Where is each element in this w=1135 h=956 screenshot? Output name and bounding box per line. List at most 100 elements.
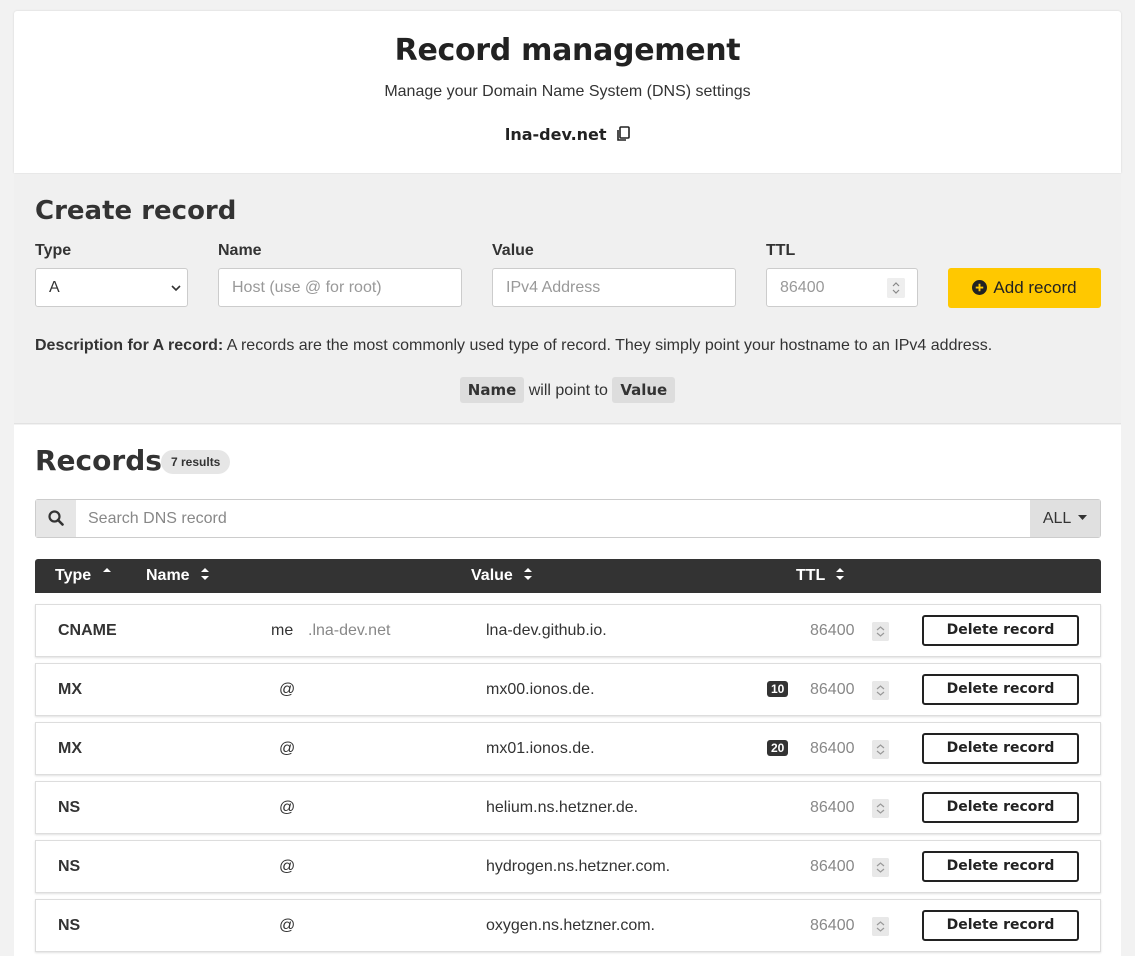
column-name-label: Name <box>146 567 190 584</box>
sort-icon <box>836 568 845 580</box>
pointer-value-pill: Value <box>612 377 676 403</box>
record-type: MX <box>58 681 82 698</box>
record-name[interactable]: @ <box>279 917 295 935</box>
description-text: A records are the most commonly used typ… <box>226 337 993 354</box>
record-value[interactable]: hydrogen.ns.hetzner.com. <box>486 858 670 876</box>
record-name[interactable]: @ <box>279 858 295 876</box>
filter-label: ALL <box>1042 510 1071 527</box>
ttl-input-value: 86400 <box>780 279 825 296</box>
delete-record-button[interactable]: Delete record <box>922 851 1079 882</box>
domain-label: lna-dev.net <box>504 125 607 144</box>
column-type-label: Type <box>55 567 92 584</box>
record-ttl[interactable]: 86400 <box>810 622 855 640</box>
priority-badge: 20 <box>767 740 789 756</box>
ttl-input[interactable]: 86400 <box>766 268 918 307</box>
records-panel: Records 7 results ALL Type Name Value <box>14 425 1121 956</box>
table-header: Type Name Value TTL <box>35 559 1101 593</box>
column-name[interactable]: Name <box>146 567 210 585</box>
record-name-suffix: .lna-dev.net <box>308 622 391 639</box>
ttl-stepper-icon[interactable] <box>872 799 889 818</box>
record-name[interactable]: @ <box>279 799 295 817</box>
table-row: MX @ mx01.ionos.de. 20 86400 Delete record <box>35 722 1101 775</box>
results-count-badge: 7 results <box>161 450 231 474</box>
sort-asc-icon <box>102 568 111 572</box>
chevron-down-icon <box>171 285 181 292</box>
copy-icon[interactable] <box>616 126 630 142</box>
name-input[interactable]: Host (use @ for root) <box>218 268 462 307</box>
delete-record-button[interactable]: Delete record <box>922 792 1079 823</box>
record-ttl[interactable]: 86400 <box>810 740 855 758</box>
search-icon <box>48 510 64 526</box>
caret-down-icon <box>1078 515 1088 520</box>
pointer-mid-text: will point to <box>528 382 608 399</box>
add-record-label: Add record <box>993 278 1077 297</box>
page-title: Record management <box>394 33 741 68</box>
name-label: Name <box>218 242 262 259</box>
type-select[interactable]: A <box>35 268 188 307</box>
table-row: NS @ hydrogen.ns.hetzner.com. 86400 Delete r… <box>35 840 1101 893</box>
ttl-stepper-icon[interactable] <box>872 622 889 641</box>
name-input-placeholder: Host (use @ for root) <box>232 279 382 296</box>
table-row: CNAME me .lna-dev.net lna-dev.github.io. 864… <box>35 604 1101 657</box>
record-value[interactable]: lna-dev.github.io. <box>486 622 607 640</box>
plus-circle-icon <box>972 280 988 295</box>
delete-record-button[interactable]: Delete record <box>922 674 1079 705</box>
column-ttl-label: TTL <box>796 567 826 584</box>
ttl-stepper-icon[interactable] <box>872 917 889 936</box>
ttl-stepper-icon[interactable] <box>872 740 889 759</box>
delete-record-button[interactable]: Delete record <box>922 733 1079 764</box>
type-label: Type <box>35 242 72 259</box>
filter-dropdown[interactable]: ALL <box>1030 500 1100 537</box>
sort-icon <box>201 568 210 580</box>
column-value[interactable]: Value <box>471 567 533 585</box>
column-value-label: Value <box>471 567 513 584</box>
search-icon-box <box>36 500 76 537</box>
record-type: MX <box>58 740 82 757</box>
record-value[interactable]: oxygen.ns.hetzner.com. <box>486 917 655 935</box>
record-value[interactable]: mx01.ionos.de. <box>486 740 595 758</box>
table-row: NS @ helium.ns.hetzner.de. 86400 Delete reco… <box>35 781 1101 834</box>
add-record-button[interactable]: Add record <box>948 268 1101 308</box>
ttl-stepper-icon[interactable] <box>887 278 905 298</box>
record-pointer-hint: Name will point to Value <box>14 377 1121 403</box>
table-row: MX @ mx00.ionos.de. 10 86400 Delete record <box>35 663 1101 716</box>
record-name[interactable]: me <box>271 622 293 640</box>
record-description: Description for A record: A records are … <box>35 337 992 355</box>
record-ttl[interactable]: 86400 <box>810 917 855 935</box>
create-record-panel: Create record Type Name Value TTL A Host… <box>14 174 1121 424</box>
record-type: NS <box>58 917 81 934</box>
record-ttl[interactable]: 86400 <box>810 681 855 699</box>
type-select-value: A <box>49 279 60 296</box>
records-title: Records <box>35 444 162 477</box>
record-type: NS <box>58 858 81 875</box>
search-input[interactable] <box>76 500 1031 537</box>
sort-icon <box>524 568 533 580</box>
search-bar: ALL <box>35 499 1101 538</box>
column-ttl[interactable]: TTL <box>796 567 845 585</box>
record-ttl[interactable]: 86400 <box>810 858 855 876</box>
priority-badge: 10 <box>767 681 789 697</box>
pointer-name-pill: Name <box>459 377 525 403</box>
domain-name: lna-dev.net <box>14 125 1121 144</box>
delete-record-button[interactable]: Delete record <box>922 910 1079 941</box>
table-row: NS @ oxygen.ns.hetzner.com. 86400 Delete rec… <box>35 899 1101 952</box>
record-value[interactable]: helium.ns.hetzner.de. <box>486 799 638 817</box>
page-subtitle: Manage your Domain Name System (DNS) set… <box>384 83 751 100</box>
record-name[interactable]: @ <box>279 681 295 699</box>
record-type: NS <box>58 799 81 816</box>
description-label: Description for A record: <box>35 337 224 354</box>
value-input[interactable]: IPv4 Address <box>492 268 736 307</box>
delete-record-button[interactable]: Delete record <box>922 615 1079 646</box>
record-name[interactable]: @ <box>279 740 295 758</box>
value-input-placeholder: IPv4 Address <box>506 279 601 296</box>
page-header: Record management Manage your Domain Nam… <box>14 11 1121 173</box>
create-record-title: Create record <box>35 196 237 226</box>
record-type: CNAME <box>58 622 117 639</box>
column-type[interactable]: Type <box>55 567 112 585</box>
ttl-stepper-icon[interactable] <box>872 681 889 700</box>
record-value[interactable]: mx00.ionos.de. <box>486 681 595 699</box>
ttl-stepper-icon[interactable] <box>872 858 889 877</box>
value-label: Value <box>492 242 534 259</box>
ttl-label: TTL <box>766 242 796 259</box>
record-ttl[interactable]: 86400 <box>810 799 855 817</box>
